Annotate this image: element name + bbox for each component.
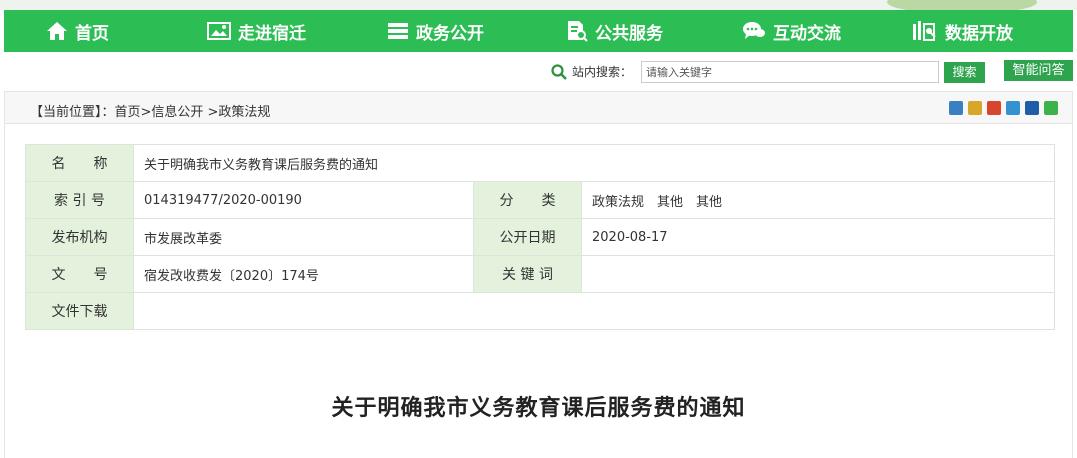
search-icon <box>551 64 567 84</box>
table-row: 文件下载 <box>25 292 1056 330</box>
header-banner <box>0 0 1077 10</box>
home-icon <box>46 21 68 41</box>
data-icon <box>912 20 938 42</box>
star-share-icon[interactable] <box>968 101 982 115</box>
search-label: 站内搜索： <box>572 65 633 79</box>
main-nav: 首页 走进宿迁 政务公开 公共服务 互动交流 数据开放 <box>4 10 1073 52</box>
list-icon <box>387 21 409 41</box>
table-row: 索 引 号 014319477/2020-00190 分 类 政策法规 其他 其… <box>25 181 1056 219</box>
nav-item-label: 公共服务 <box>595 23 663 44</box>
document-info-table: 名 称 关于明确我市义务教育课后服务费的通知 索 引 号 014319477/2… <box>25 144 1056 330</box>
nav-item-label: 数据开放 <box>945 23 1013 44</box>
nav-item-gov-affairs[interactable]: 政务公开 <box>387 10 484 52</box>
category-value: 政策法规 其他 其他 <box>580 181 1056 219</box>
chat-icon <box>742 21 766 41</box>
nav-item-interaction[interactable]: 互动交流 <box>742 10 841 52</box>
search-button[interactable]: 搜索 <box>944 62 985 83</box>
smart-qa-button[interactable]: 智能问答 <box>1004 60 1073 81</box>
nav-item-public-service[interactable]: 公共服务 <box>566 10 663 52</box>
publisher-value: 市发展改革委 <box>133 218 474 256</box>
search-input[interactable] <box>641 61 939 83</box>
picture-icon <box>207 21 231 41</box>
search-bar: 站内搜索： 搜索 智能问答 <box>0 59 1077 85</box>
plus-share-icon[interactable] <box>949 101 963 115</box>
nav-item-open-data[interactable]: 数据开放 <box>912 10 1013 52</box>
weibo-share-icon[interactable] <box>987 101 1001 115</box>
download-value[interactable] <box>132 292 1056 330</box>
nav-item-label: 首页 <box>75 23 109 44</box>
table-row: 名 称 关于明确我市义务教育课后服务费的通知 <box>25 144 1056 182</box>
table-row: 发布机构 市发展改革委 公开日期 2020-08-17 <box>25 218 1056 256</box>
renren-share-icon[interactable] <box>1025 101 1039 115</box>
docno-value: 宿发改收费发〔2020〕174号 <box>133 255 474 293</box>
docno-label: 文 号 <box>25 255 134 293</box>
nav-item-label: 走进宿迁 <box>238 23 306 44</box>
name-label: 名 称 <box>25 144 134 182</box>
document-title: 关于明确我市义务教育课后服务费的通知 <box>331 395 746 421</box>
breadcrumb-bar: 【当前位置】：首页>信息公开 >政策法规 <box>4 91 1073 124</box>
name-value: 关于明确我市义务教育课后服务费的通知 <box>132 144 1056 182</box>
category-label: 分 类 <box>473 181 582 219</box>
keyword-value <box>580 255 1056 293</box>
nav-item-home[interactable]: 首页 <box>46 10 109 52</box>
publisher-label: 发布机构 <box>25 218 134 256</box>
download-label: 文件下载 <box>25 292 134 330</box>
wechat-share-icon[interactable] <box>1044 101 1058 115</box>
date-label: 公开日期 <box>473 218 582 256</box>
qzone-share-icon[interactable] <box>1006 101 1020 115</box>
index-value: 014319477/2020-00190 <box>133 181 474 219</box>
nav-item-label: 互动交流 <box>773 23 841 44</box>
date-value: 2020-08-17 <box>580 218 1056 256</box>
document-search-icon <box>566 20 588 42</box>
table-row: 文 号 宿发改收费发〔2020〕174号 关 键 词 <box>25 255 1056 293</box>
nav-item-label: 政务公开 <box>416 23 484 44</box>
share-toolbar <box>949 101 1058 115</box>
breadcrumb: 【当前位置】：首页>信息公开 >政策法规 <box>30 105 271 120</box>
index-label: 索 引 号 <box>25 181 134 219</box>
keyword-label: 关 键 词 <box>473 255 582 293</box>
nav-item-about[interactable]: 走进宿迁 <box>207 10 306 52</box>
